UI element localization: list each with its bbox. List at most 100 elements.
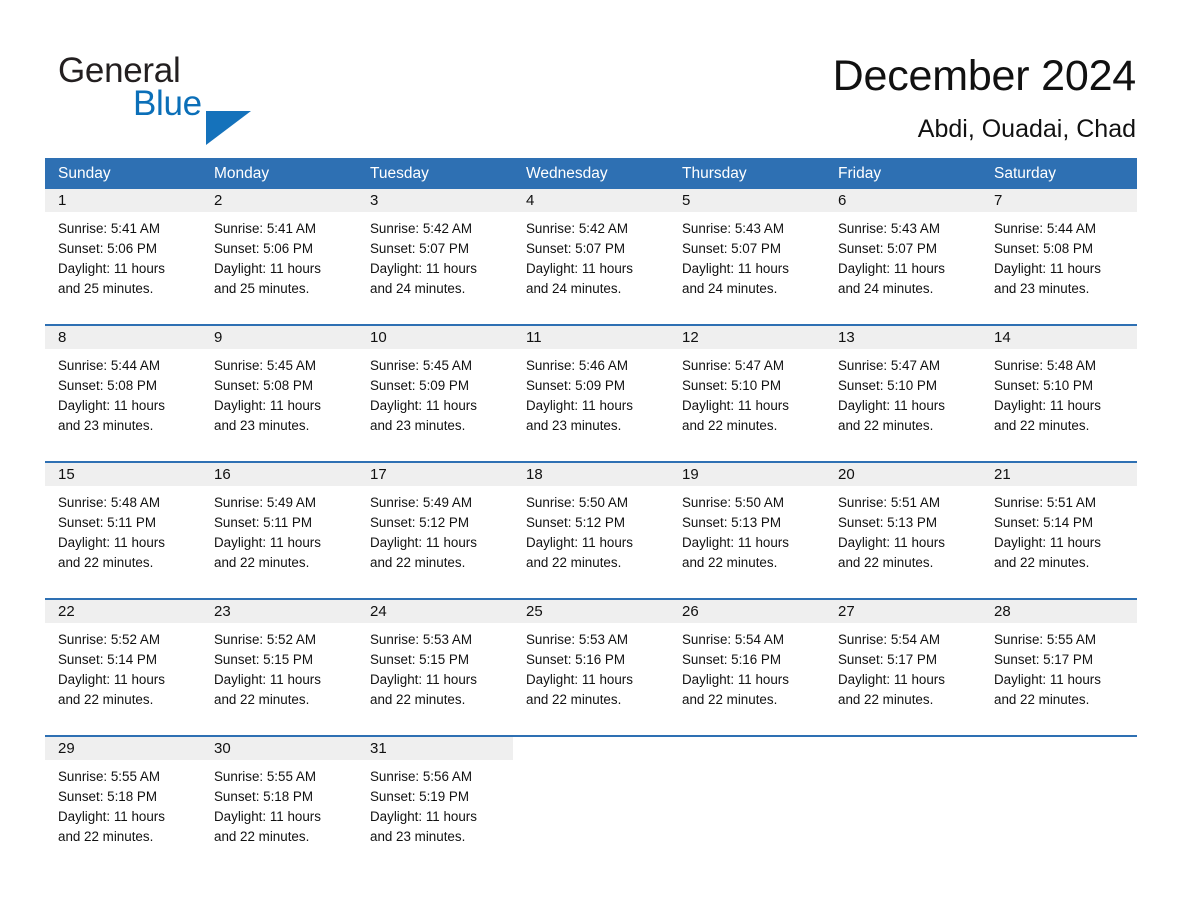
day-number[interactable]: 29 [45, 737, 201, 760]
daylight-text-line1: Daylight: 11 hours [370, 398, 477, 413]
calendar-week-row: 15 16 17 18 19 20 21 Sunrise: 5:48 AM Su… [45, 461, 1137, 598]
sunset-text: Sunset: 5:19 PM [370, 789, 469, 804]
sunset-text: Sunset: 5:07 PM [370, 241, 469, 256]
day-cell-details: Sunrise: 5:52 AM Sunset: 5:14 PM Dayligh… [45, 630, 201, 710]
sunrise-text: Sunrise: 5:52 AM [58, 632, 160, 647]
day-number[interactable]: 3 [357, 189, 513, 212]
day-number[interactable]: 23 [201, 600, 357, 623]
sunrise-text: Sunrise: 5:53 AM [370, 632, 472, 647]
day-number[interactable]: 10 [357, 326, 513, 349]
sunset-text: Sunset: 5:07 PM [838, 241, 937, 256]
week-detail-band: Sunrise: 5:55 AM Sunset: 5:18 PM Dayligh… [45, 760, 1137, 847]
day-cell-details: Sunrise: 5:45 AM Sunset: 5:09 PM Dayligh… [357, 356, 513, 436]
sunrise-text: Sunrise: 5:52 AM [214, 632, 316, 647]
daylight-text-line1: Daylight: 11 hours [58, 261, 165, 276]
day-number[interactable]: 16 [201, 463, 357, 486]
day-number[interactable]: 27 [825, 600, 981, 623]
calendar-week-row: 1 2 3 4 5 6 7 Sunrise: 5:41 AM Sunset: 5… [45, 189, 1137, 324]
day-number[interactable]: 22 [45, 600, 201, 623]
title-block: December 2024 Abdi, Ouadai, Chad [833, 50, 1137, 146]
day-cell-details: Sunrise: 5:41 AM Sunset: 5:06 PM Dayligh… [45, 219, 201, 299]
sunrise-text: Sunrise: 5:43 AM [682, 221, 784, 236]
sunset-text: Sunset: 5:09 PM [370, 378, 469, 393]
day-number[interactable]: 28 [981, 600, 1137, 623]
day-cell-details: Sunrise: 5:48 AM Sunset: 5:11 PM Dayligh… [45, 493, 201, 573]
day-number[interactable]: 31 [357, 737, 513, 760]
day-cell-details-empty [669, 767, 825, 847]
sunrise-text: Sunrise: 5:42 AM [526, 221, 628, 236]
daylight-text-line1: Daylight: 11 hours [370, 672, 477, 687]
day-number[interactable]: 4 [513, 189, 669, 212]
sunrise-text: Sunrise: 5:46 AM [526, 358, 628, 373]
day-number[interactable]: 19 [669, 463, 825, 486]
sunset-text: Sunset: 5:17 PM [838, 652, 937, 667]
calendar-weekday-header-row: Sunday Monday Tuesday Wednesday Thursday… [45, 158, 1137, 189]
calendar-page: General Blue December 2024 Abdi, Ouadai,… [0, 0, 1188, 918]
daylight-text-line1: Daylight: 11 hours [58, 809, 165, 824]
week-date-band: 15 16 17 18 19 20 21 [45, 463, 1137, 486]
general-blue-logo[interactable]: General Blue [58, 52, 278, 145]
weekday-header-wednesday: Wednesday [526, 165, 608, 182]
sunrise-text: Sunrise: 5:41 AM [214, 221, 316, 236]
daylight-text-line1: Daylight: 11 hours [214, 535, 321, 550]
daylight-text-line2: and 25 minutes. [214, 281, 310, 296]
daylight-text-line2: and 23 minutes. [214, 418, 310, 433]
day-number[interactable]: 8 [45, 326, 201, 349]
sunset-text: Sunset: 5:16 PM [682, 652, 781, 667]
calendar-week-row: 22 23 24 25 26 27 28 Sunrise: 5:52 AM Su… [45, 598, 1137, 735]
sunrise-text: Sunrise: 5:44 AM [58, 358, 160, 373]
daylight-text-line2: and 22 minutes. [994, 418, 1090, 433]
day-number[interactable]: 15 [45, 463, 201, 486]
daylight-text-line1: Daylight: 11 hours [526, 535, 633, 550]
sunrise-text: Sunrise: 5:43 AM [838, 221, 940, 236]
week-detail-band: Sunrise: 5:41 AM Sunset: 5:06 PM Dayligh… [45, 212, 1137, 299]
week-detail-band: Sunrise: 5:44 AM Sunset: 5:08 PM Dayligh… [45, 349, 1137, 436]
sunset-text: Sunset: 5:14 PM [58, 652, 157, 667]
daylight-text-line2: and 22 minutes. [526, 555, 622, 570]
daylight-text-line2: and 23 minutes. [994, 281, 1090, 296]
day-number[interactable]: 30 [201, 737, 357, 760]
day-number[interactable]: 20 [825, 463, 981, 486]
day-cell-details: Sunrise: 5:42 AM Sunset: 5:07 PM Dayligh… [357, 219, 513, 299]
sunrise-text: Sunrise: 5:45 AM [370, 358, 472, 373]
day-cell-details: Sunrise: 5:53 AM Sunset: 5:15 PM Dayligh… [357, 630, 513, 710]
day-number[interactable]: 11 [513, 326, 669, 349]
day-number[interactable]: 1 [45, 189, 201, 212]
sunrise-text: Sunrise: 5:49 AM [214, 495, 316, 510]
day-number[interactable]: 7 [981, 189, 1137, 212]
day-number[interactable]: 18 [513, 463, 669, 486]
sunrise-text: Sunrise: 5:54 AM [682, 632, 784, 647]
day-number[interactable]: 25 [513, 600, 669, 623]
daylight-text-line1: Daylight: 11 hours [58, 672, 165, 687]
daylight-text-line2: and 22 minutes. [838, 555, 934, 570]
weekday-header-sunday: Sunday [58, 165, 111, 182]
daylight-text-line1: Daylight: 11 hours [994, 672, 1101, 687]
day-number[interactable]: 24 [357, 600, 513, 623]
day-number[interactable]: 5 [669, 189, 825, 212]
daylight-text-line1: Daylight: 11 hours [214, 398, 321, 413]
day-number[interactable]: 13 [825, 326, 981, 349]
day-number[interactable]: 6 [825, 189, 981, 212]
daylight-text-line1: Daylight: 11 hours [838, 261, 945, 276]
daylight-text-line2: and 22 minutes. [994, 692, 1090, 707]
day-number[interactable]: 2 [201, 189, 357, 212]
daylight-text-line1: Daylight: 11 hours [214, 672, 321, 687]
weekday-header-friday: Friday [838, 165, 882, 182]
week-date-band: 1 2 3 4 5 6 7 [45, 189, 1137, 212]
day-number[interactable]: 17 [357, 463, 513, 486]
day-number[interactable]: 21 [981, 463, 1137, 486]
day-number[interactable]: 9 [201, 326, 357, 349]
sunset-text: Sunset: 5:13 PM [838, 515, 937, 530]
week-date-band: 8 9 10 11 12 13 14 [45, 326, 1137, 349]
day-number[interactable]: 12 [669, 326, 825, 349]
day-cell-details: Sunrise: 5:50 AM Sunset: 5:13 PM Dayligh… [669, 493, 825, 573]
day-cell-details: Sunrise: 5:46 AM Sunset: 5:09 PM Dayligh… [513, 356, 669, 436]
week-detail-band: Sunrise: 5:52 AM Sunset: 5:14 PM Dayligh… [45, 623, 1137, 710]
day-cell-details: Sunrise: 5:42 AM Sunset: 5:07 PM Dayligh… [513, 219, 669, 299]
day-number[interactable]: 14 [981, 326, 1137, 349]
day-number[interactable]: 26 [669, 600, 825, 623]
day-cell-details: Sunrise: 5:47 AM Sunset: 5:10 PM Dayligh… [669, 356, 825, 436]
daylight-text-line2: and 22 minutes. [58, 555, 154, 570]
sunrise-text: Sunrise: 5:44 AM [994, 221, 1096, 236]
weekday-header-monday: Monday [214, 165, 270, 182]
